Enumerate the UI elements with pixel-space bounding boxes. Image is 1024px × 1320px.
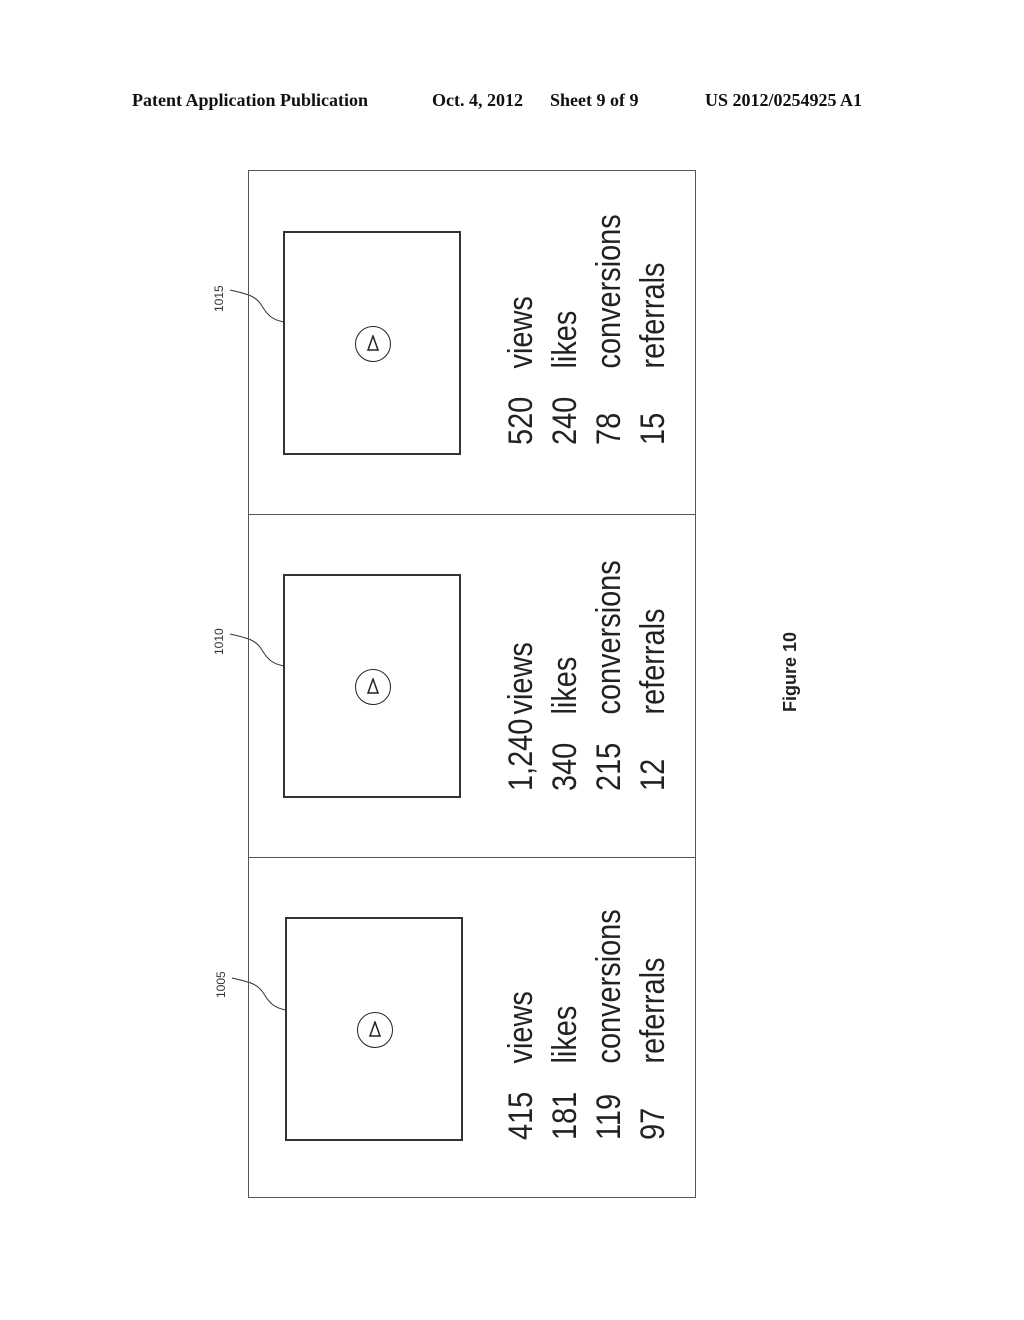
stat-value: 1,240 bbox=[502, 718, 540, 791]
stat-label: likes bbox=[546, 1005, 584, 1064]
stat-value: 215 bbox=[590, 742, 628, 791]
stat-label: conversions bbox=[590, 909, 628, 1064]
stat-label: conversions bbox=[590, 214, 628, 369]
publication-title: Patent Application Publication bbox=[132, 90, 369, 110]
stat-label: likes bbox=[546, 310, 584, 369]
figure-frame: 520 views 240 likes 78 conversions 15 referr… bbox=[248, 170, 696, 1198]
stat-label: likes bbox=[546, 656, 584, 715]
stat-value: 520 bbox=[502, 396, 540, 445]
stat-label: referrals bbox=[634, 608, 672, 715]
publication-date: Oct. 4, 2012 bbox=[432, 90, 523, 110]
stat-row-likes: 240 likes bbox=[543, 214, 587, 445]
play-icon[interactable] bbox=[357, 1012, 393, 1048]
video-thumbnail[interactable] bbox=[285, 917, 463, 1141]
stat-row-views: 520 views bbox=[499, 214, 543, 445]
stat-row-conversions: 78 conversions bbox=[587, 214, 631, 445]
stat-value: 15 bbox=[634, 412, 672, 445]
video-thumbnail[interactable] bbox=[283, 231, 461, 455]
stat-row-referrals: 12 referrals bbox=[631, 560, 675, 791]
stat-value: 97 bbox=[634, 1107, 672, 1140]
stat-value: 119 bbox=[590, 1093, 628, 1140]
stat-value: 240 bbox=[546, 396, 584, 445]
sheet-number: Sheet 9 of 9 bbox=[550, 90, 639, 110]
stat-row-conversions: 215 conversions bbox=[587, 560, 631, 791]
stat-value: 12 bbox=[634, 758, 672, 791]
ref-label-1010: 1010 bbox=[212, 628, 226, 655]
stat-row-conversions: 119 conversions bbox=[587, 909, 631, 1140]
stat-row-views: 415 views bbox=[499, 909, 543, 1140]
ref-label-1005: 1005 bbox=[214, 971, 228, 998]
figure-caption: Figure 10 bbox=[780, 631, 800, 712]
stat-label: views bbox=[502, 296, 540, 369]
stat-row-views: 1,240views bbox=[499, 560, 543, 791]
stat-row-referrals: 97 referrals bbox=[631, 909, 675, 1140]
stat-label: conversions bbox=[590, 560, 628, 715]
video-panel-1010: 1,240views 340 likes 215 conversions 12 ref… bbox=[249, 514, 695, 857]
stat-row-likes: 340 likes bbox=[543, 560, 587, 791]
video-panel-1005: 415 views 181 likes 119 conversions 97 refer… bbox=[249, 857, 695, 1199]
stat-label: views bbox=[502, 642, 540, 715]
stat-label: views bbox=[502, 991, 540, 1064]
stat-row-referrals: 15 referrals bbox=[631, 214, 675, 445]
stat-value: 181 bbox=[546, 1091, 584, 1140]
stat-value: 415 bbox=[502, 1091, 540, 1140]
stat-label: referrals bbox=[634, 262, 672, 369]
patent-number: US 2012/0254925 A1 bbox=[705, 90, 863, 110]
play-icon[interactable] bbox=[355, 669, 391, 705]
stat-value: 340 bbox=[546, 742, 584, 791]
play-icon[interactable] bbox=[355, 326, 391, 362]
video-panel-1015: 520 views 240 likes 78 conversions 15 referr… bbox=[249, 171, 695, 514]
stat-row-likes: 181 likes bbox=[543, 909, 587, 1140]
video-thumbnail[interactable] bbox=[283, 574, 461, 798]
ref-label-1015: 1015 bbox=[212, 285, 226, 312]
stat-value: 78 bbox=[590, 412, 628, 445]
stat-label: referrals bbox=[634, 957, 672, 1064]
